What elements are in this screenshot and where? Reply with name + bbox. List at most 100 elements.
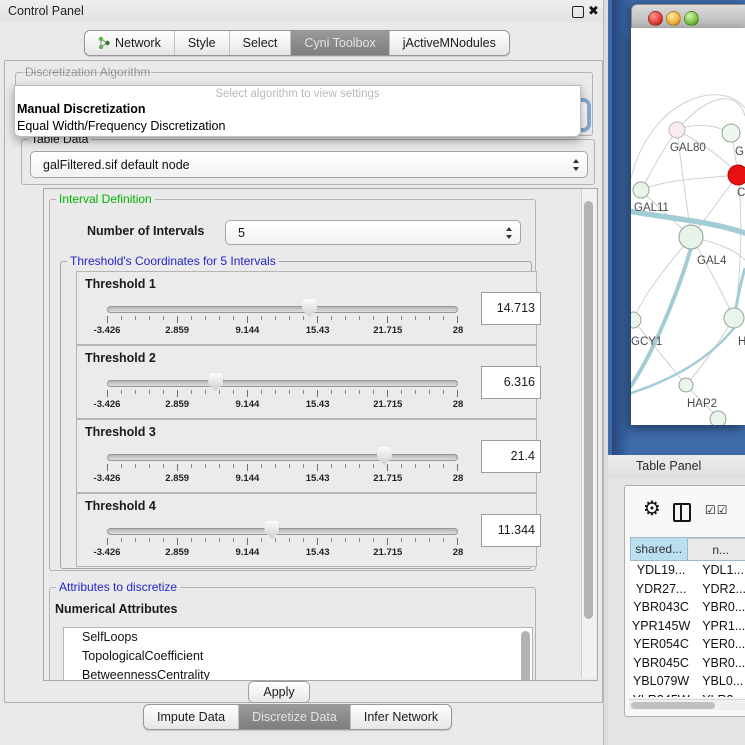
node-label: GAL4 (697, 255, 727, 267)
threshold-4-value-field[interactable]: 11.344 (481, 514, 541, 547)
node-gal11[interactable] (633, 182, 649, 198)
node-label: GCY1 (631, 336, 662, 348)
number-of-intervals-combobox[interactable]: 5 (225, 220, 521, 245)
combo-arrows-icon (505, 227, 513, 239)
zoom-traffic-light[interactable] (684, 11, 699, 26)
numerical-attributes-list: SelfLoops TopologicalCoefficient Between… (63, 627, 533, 681)
list-item[interactable]: SelfLoops (64, 628, 532, 647)
column-layout-icon[interactable] (673, 503, 691, 522)
node-gal4[interactable] (679, 225, 703, 249)
thresholds-group: Threshold's Coordinates for 5 Intervals … (60, 261, 532, 569)
node-selected-red[interactable] (728, 165, 745, 185)
table-row[interactable]: YLR345WYLR3... (630, 691, 745, 698)
table-row[interactable]: YBR043CYBR0... (630, 598, 745, 617)
table-row[interactable]: YDL19...YDL1... (630, 561, 745, 580)
cyni-bottom-tabs: Impute Data Discretize Data Infer Networ… (143, 704, 452, 730)
list-item[interactable]: BetweennessCentrality (64, 666, 532, 681)
table-horizontal-scrollbar[interactable] (629, 699, 745, 710)
network-window-titlebar[interactable] (631, 4, 745, 30)
scrollbar-thumb[interactable] (584, 201, 593, 619)
close-traffic-light[interactable] (648, 11, 663, 26)
table-row[interactable]: YPR145WYPR1... (630, 617, 745, 636)
node-bottom-cut[interactable] (710, 411, 726, 425)
tab-jactivemnodules[interactable]: jActiveMNodules (389, 31, 509, 55)
combo-arrows-icon (572, 159, 580, 171)
thresholds-group-title: Threshold's Coordinates for 5 Intervals (67, 255, 279, 268)
list-item[interactable]: TopologicalCoefficient (64, 647, 532, 666)
table-panel-body: ⚙ ☑☑ shared... n... YDL19...YDL1... YDR2… (608, 479, 745, 745)
node-label: GAL80 (670, 142, 706, 154)
network-view-window: GAL80 G C GAL11 GAL4 GCY1 H HAP2 (631, 4, 745, 425)
table-panel-title: Table Panel (636, 459, 701, 473)
dropdown-option-manual-discretization[interactable]: Manual Discretization (17, 102, 146, 116)
list-scrollbar[interactable] (521, 631, 530, 681)
select-columns-icon[interactable]: ☑☑ (705, 503, 729, 517)
slider-track (107, 454, 458, 461)
node-label: HAP2 (687, 398, 717, 410)
node-partial-top-right[interactable] (722, 124, 740, 142)
threshold-2-value-field[interactable]: 6.316 (481, 366, 541, 399)
table-header-row: shared... n... (630, 537, 745, 561)
dropdown-option-equal-width-frequency[interactable]: Equal Width/Frequency Discretization (17, 119, 225, 133)
node-gal80[interactable] (669, 122, 685, 138)
apply-button[interactable]: Apply (248, 681, 310, 703)
table-data-value: galFiltered.sif default node (43, 152, 190, 177)
table-row[interactable]: YDR27...YDR2... (630, 580, 745, 599)
float-window-icon[interactable] (572, 6, 584, 18)
threshold-4-panel: Threshold 4 -3.426 2.859 9.144 15.43 (76, 493, 537, 567)
discretization-algorithm-title: Discretization Algorithm (22, 66, 153, 79)
threshold-3-slider[interactable]: -3.426 2.859 9.144 15.43 21.715 28 (107, 446, 458, 486)
tab-network[interactable]: Network (85, 31, 174, 55)
control-panel: Control Panel ✖ Network Style Select Cyn… (0, 0, 604, 745)
table-row[interactable]: YBR045CYBR0... (630, 654, 745, 673)
node-label: G (735, 146, 744, 158)
column-header-name[interactable]: n... (688, 538, 745, 560)
tab-cyni-toolbox[interactable]: Cyni Toolbox (290, 31, 388, 55)
scrollbar-thumb[interactable] (631, 702, 715, 709)
threshold-1-value-field[interactable]: 14.713 (481, 292, 541, 325)
slider-thumb[interactable] (264, 521, 279, 539)
settings-scrollbar[interactable] (581, 189, 596, 678)
table-data-group: Table Data galFiltered.sif default node (21, 139, 595, 185)
dropdown-hint: Select algorithm to view settings (15, 88, 580, 100)
table-row[interactable]: YER054CYER0... (630, 635, 745, 654)
table-panel-titlebar: Table Panel (608, 455, 745, 480)
node-hap2[interactable] (679, 378, 693, 392)
threshold-2-panel: Threshold 2 -3.426 2.859 9.144 15.43 (76, 345, 537, 419)
settings-scroll-viewport: Interval Definition Number of Intervals … (43, 188, 598, 681)
slider-thumb[interactable] (302, 299, 317, 317)
slider-thumb[interactable] (377, 447, 392, 465)
threshold-2-slider[interactable]: -3.426 2.859 9.144 15.43 21.715 28 (107, 372, 458, 412)
control-panel-titlebar: Control Panel ✖ (0, 0, 603, 22)
interval-definition-title: Interval Definition (56, 193, 155, 206)
slider-thumb[interactable] (208, 373, 223, 391)
node-table: shared... n... YDL19...YDL1... YDR27...Y… (630, 537, 745, 697)
attributes-group-title: Attributes to discretize (56, 581, 180, 594)
network-icon (98, 36, 111, 50)
network-canvas[interactable]: GAL80 G C GAL11 GAL4 GCY1 H HAP2 (631, 28, 745, 425)
control-panel-title: Control Panel (8, 4, 84, 18)
close-icon[interactable]: ✖ (588, 3, 599, 19)
gear-icon[interactable]: ⚙ (643, 499, 661, 519)
threshold-1-slider[interactable]: -3.426 2.859 9.144 15.43 21.715 28 (107, 298, 458, 338)
numerical-attributes-label: Numerical Attributes (55, 602, 177, 616)
tab-select[interactable]: Select (229, 31, 291, 55)
tab-impute-data[interactable]: Impute Data (144, 705, 238, 729)
tab-discretize-data[interactable]: Discretize Data (238, 705, 350, 729)
tab-infer-network[interactable]: Infer Network (350, 705, 451, 729)
interval-definition-group: Interval Definition Number of Intervals … (49, 199, 536, 571)
attributes-group: Attributes to discretize Numerical Attri… (49, 587, 536, 681)
threshold-4-slider[interactable]: -3.426 2.859 9.144 15.43 21.715 28 (107, 520, 458, 560)
table-card: ⚙ ☑☑ shared... n... YDL19...YDL1... YDR2… (624, 485, 745, 717)
cyni-toolbox-pane: Discretization Algorithm Select algorith… (4, 60, 603, 703)
node-gcy1[interactable] (631, 312, 641, 328)
tab-style[interactable]: Style (174, 31, 229, 55)
minimize-traffic-light[interactable] (666, 11, 681, 26)
threshold-3-value-field[interactable]: 21.4 (481, 440, 541, 473)
node-partial-low-right[interactable] (724, 308, 744, 328)
table-data-combobox[interactable]: galFiltered.sif default node (30, 151, 588, 178)
table-row[interactable]: YBL079WYBL0... (630, 672, 745, 691)
slider-track (107, 528, 458, 535)
column-header-shared-name[interactable]: shared... (631, 538, 688, 560)
network-graph: GAL80 G C GAL11 GAL4 GCY1 H HAP2 (631, 28, 745, 425)
